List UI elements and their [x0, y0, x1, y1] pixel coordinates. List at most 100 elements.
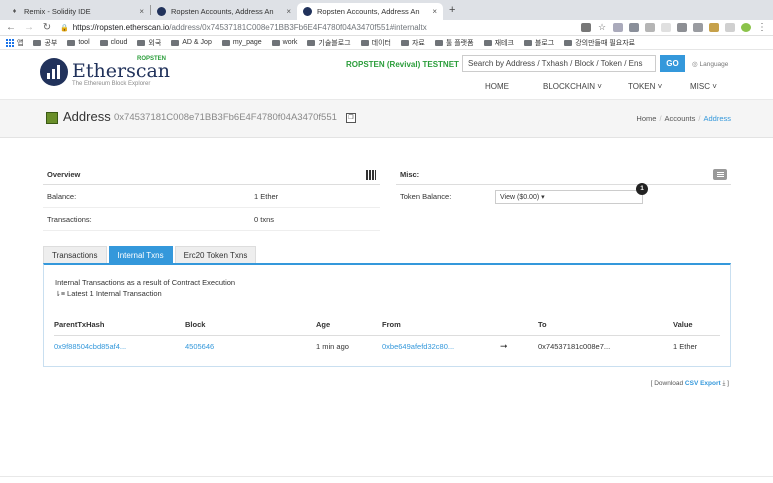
bookmark-folder[interactable]: 툴 플랫폼 [434, 38, 474, 48]
close-icon[interactable]: × [286, 7, 291, 16]
tab-transactions[interactable]: Transactions [43, 246, 107, 263]
chevron-down-icon: ˅ [655, 82, 663, 91]
folder-icon [271, 39, 280, 46]
etherscan-icon [157, 7, 166, 16]
menu-blockchain[interactable]: BLOCKCHAIN ˅ [543, 82, 602, 91]
extension-icon[interactable] [677, 23, 687, 32]
column-header: Value [673, 315, 720, 336]
tab-title: Remix - Solidity IDE [24, 7, 91, 16]
browser-tab-etherscan-2[interactable]: Ropsten Accounts, Address An × [297, 3, 443, 20]
block-link[interactable]: 4505646 [185, 342, 214, 351]
transaction-tabs: Transactions Internal Txns Erc20 Token T… [43, 246, 258, 263]
tab-title: Ropsten Accounts, Address An [171, 7, 274, 16]
csv-export-link[interactable]: CSV Export [685, 380, 721, 387]
bookmark-folder[interactable]: 외국 [137, 38, 161, 48]
bookmark-folder[interactable]: 자료 [400, 38, 425, 48]
star-icon[interactable]: ☆ [597, 22, 607, 33]
column-header: Block [185, 315, 316, 336]
url-bar[interactable]: 🔒 https://ropsten.etherscan.io/address/0… [60, 23, 573, 32]
menu-home[interactable]: HOME [485, 82, 509, 91]
bookmark-folder[interactable]: work [271, 39, 297, 46]
list-menu-icon[interactable] [713, 169, 727, 180]
search-input[interactable]: Search by Address / Txhash / Block / Tok… [462, 55, 656, 72]
qr-code-icon[interactable] [366, 169, 376, 180]
bookmark-apps[interactable]: 앱 [6, 38, 23, 48]
age-cell: 1 min ago [316, 341, 349, 351]
bookmark-folder[interactable]: tool [67, 39, 90, 46]
extension-icon[interactable] [613, 23, 623, 32]
extension-icon[interactable] [693, 23, 703, 32]
close-icon[interactable]: × [139, 7, 144, 16]
caret-down-icon: ▾ [539, 193, 545, 201]
etherscan-icon [303, 7, 312, 16]
new-tab-button[interactable]: + [449, 4, 455, 16]
profile-avatar[interactable] [741, 23, 751, 32]
extension-icon[interactable] [629, 23, 639, 32]
column-header: To [538, 315, 673, 336]
folder-icon [221, 39, 230, 46]
etherscan-logo[interactable]: ROPSTEN Etherscan The Ethereum Block Exp… [40, 56, 170, 87]
internal-txns-table: ParentTxHash Block Age From To Value 0x9… [54, 315, 720, 357]
url-path: /address/0x74537181C008e71BB3Fb6E4F4780f… [169, 23, 427, 32]
tab-title: Ropsten Accounts, Address An [317, 7, 420, 16]
bookmark-folder[interactable]: 블로그 [523, 38, 554, 48]
page-title-bar: Address 0x74537181C008e71BB3Fb6E4F4780f0… [0, 100, 773, 138]
bookmarks-bar: 앱 공부 tool cloud 외국 AD & Jop my_page work… [0, 36, 773, 50]
extension-icon[interactable] [725, 23, 735, 32]
url-host: https://ropsten.etherscan.io [72, 23, 170, 32]
menu-kebab-icon[interactable]: ⋮ [757, 22, 767, 33]
browser-tab-etherscan-1[interactable]: Ropsten Accounts, Address An × [151, 3, 297, 20]
go-button[interactable]: GO [660, 55, 685, 72]
bookmark-folder[interactable]: 강의만들때 필요자료 [564, 38, 635, 48]
folder-icon [400, 39, 409, 46]
bookmark-folder[interactable]: AD & Jop [171, 39, 212, 46]
transactions-row: Transactions: 0 txns [43, 208, 380, 231]
chevron-down-icon: ˅ [595, 82, 602, 91]
remix-icon: ♦ [12, 8, 17, 15]
menu-misc[interactable]: MISC ˅ [690, 82, 717, 91]
balance-value: 1 Ether [254, 191, 279, 201]
table-row: 0x9f88504cbd85af4... 4505646 1 min ago 0… [54, 335, 720, 357]
bookmark-folder[interactable]: cloud [99, 39, 127, 46]
extension-icons: ☆ ⋮ [581, 22, 767, 33]
language-selector[interactable]: ◎ Language [692, 60, 728, 68]
folder-icon [483, 39, 492, 46]
extension-icon[interactable] [709, 23, 719, 32]
token-balance-label: Token Balance: [400, 192, 452, 201]
arrow-right-icon: ➞ [500, 340, 508, 351]
bookmark-folder[interactable]: my_page [221, 39, 262, 46]
token-count-badge: 1 [636, 182, 648, 195]
forward-icon[interactable]: → [24, 22, 34, 33]
reload-icon[interactable]: ↻ [42, 22, 52, 33]
copy-icon[interactable]: ❐ [346, 113, 356, 123]
tab-internal-txns[interactable]: Internal Txns [108, 246, 173, 263]
back-icon[interactable]: ← [6, 22, 16, 33]
page-title: Address [63, 109, 111, 124]
close-icon[interactable]: × [432, 7, 437, 16]
bookmark-folder[interactable]: 공부 [33, 38, 57, 48]
browser-tab-remix[interactable]: ♦ Remix - Solidity IDE × [4, 3, 150, 20]
internal-txns-panel: Internal Transactions as a result of Con… [43, 263, 731, 367]
folder-icon [307, 39, 316, 46]
column-header [500, 315, 538, 336]
menu-token[interactable]: TOKEN ˅ [628, 82, 662, 91]
breadcrumb-home[interactable]: Home [636, 114, 656, 123]
extension-icon[interactable] [661, 23, 671, 32]
token-balance-dropdown[interactable]: View ($0.00) ▾ 1 [495, 182, 648, 204]
browser-tab-bar: ♦ Remix - Solidity IDE × Ropsten Account… [0, 0, 773, 20]
browser-toolbar: ← → ↻ 🔒 https://ropsten.etherscan.io/add… [0, 20, 773, 36]
extension-icon[interactable] [645, 23, 655, 32]
site-header: ROPSTEN Etherscan The Ethereum Block Exp… [0, 50, 773, 100]
from-address-link[interactable]: 0xbe649afefd32c80... [382, 342, 454, 351]
folder-icon [67, 39, 76, 46]
translate-icon[interactable] [581, 23, 591, 32]
internal-intro: Internal Transactions as a result of Con… [55, 278, 236, 298]
column-header: ParentTxHash [54, 315, 185, 336]
bookmark-folder[interactable]: 기술블로그 [307, 38, 351, 48]
parent-tx-hash-link[interactable]: 0x9f88504cbd85af4... [54, 342, 126, 351]
bookmark-folder[interactable]: 데이터 [360, 38, 391, 48]
breadcrumb-accounts[interactable]: Accounts [665, 114, 696, 123]
bookmark-folder[interactable]: 재테크 [483, 38, 514, 48]
folder-icon [99, 39, 108, 46]
tab-erc20-token-txns[interactable]: Erc20 Token Txns [174, 246, 257, 263]
